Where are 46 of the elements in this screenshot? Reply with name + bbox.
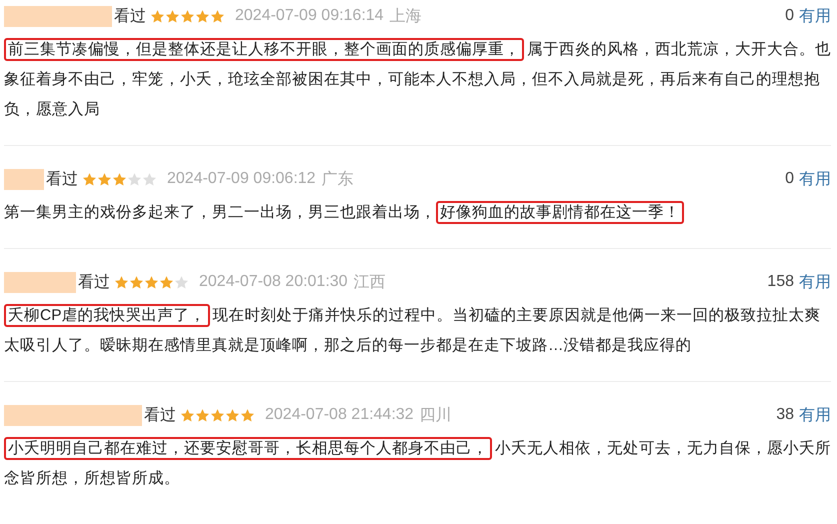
review-location: 上海 [390, 6, 422, 26]
review-location: 广东 [322, 170, 354, 190]
star-icon [114, 274, 129, 290]
star-icon [127, 172, 142, 186]
review-text: 第一集男主的戏份多起来了，男二一出场，男三也跟着出场， 好像狗血的故事剧情都在这一季！ [4, 198, 831, 228]
star-icon [159, 274, 174, 290]
useful-count: 158 [767, 273, 794, 291]
star-icon [195, 8, 210, 24]
star-icon [195, 408, 210, 422]
redacted-username [4, 272, 76, 292]
review-date: 2024-07-08 20:01:30 [199, 273, 348, 291]
useful-link[interactable]: 有用 [799, 404, 831, 426]
review-text: 前三集节凑偏慢，但是整体还是让人移不开眼，整个画面的质感偏厚重， 属于西炎的风格，西北荒凉，大开大合。也象征着身不由己，牢笼，小夭，玱玹全部被困在其中，可能本人不想入局，但不入局就是死，再后来有自己的理想抱负，愿意入局 [4, 35, 831, 125]
star-icon [82, 172, 97, 186]
watched-status: 看过 [46, 170, 78, 190]
watched-status: 看过 [114, 6, 146, 26]
useful-link[interactable]: 有用 [799, 168, 831, 190]
star-icon [150, 8, 165, 24]
star-icon [210, 408, 225, 422]
watched-status: 看过 [78, 272, 110, 292]
star-icon [240, 408, 255, 422]
review-date: 2024-07-09 09:16:14 [235, 7, 384, 25]
star-icon [165, 8, 180, 24]
star-icon [144, 274, 159, 290]
watched-status: 看过 [144, 406, 176, 426]
star-icon [180, 8, 195, 24]
useful-link[interactable]: 有用 [799, 272, 831, 292]
star-icon [180, 408, 195, 422]
star-icon [97, 172, 112, 186]
useful-count: 38 [776, 406, 794, 424]
star-icon [112, 172, 127, 186]
review-text: 小夭明明自己都在难过，还要安慰哥哥，长相思每个人都身不由己， 小夭无人相依，无处可去，无力自保，愿小夭所念皆所想，所想皆所成。 [4, 434, 831, 494]
review-text: 夭柳CP虐的我快哭出声了， 现在时刻处于痛并快乐的过程中。当初磕的主要原因就是他俩一来一回的极致拉扯太爽太吸引人了。暧昧期在感情里真就是顶峰啊，那之后的每一步都是在走下坡路…没错都是我应得的 [4, 301, 831, 361]
review-location: 江西 [354, 272, 386, 292]
star-icon [210, 8, 225, 24]
useful-count: 0 [785, 170, 794, 188]
star-icon [174, 274, 189, 290]
star-icon [142, 172, 157, 186]
review-date: 2024-07-08 21:44:32 [265, 406, 414, 424]
useful-count: 0 [785, 7, 794, 25]
useful-link[interactable]: 有用 [799, 6, 831, 26]
review-location: 四川 [420, 406, 452, 426]
review-date: 2024-07-09 09:06:12 [167, 170, 316, 188]
star-icon [129, 274, 144, 290]
redacted-username [4, 168, 44, 190]
star-icon [225, 408, 240, 422]
